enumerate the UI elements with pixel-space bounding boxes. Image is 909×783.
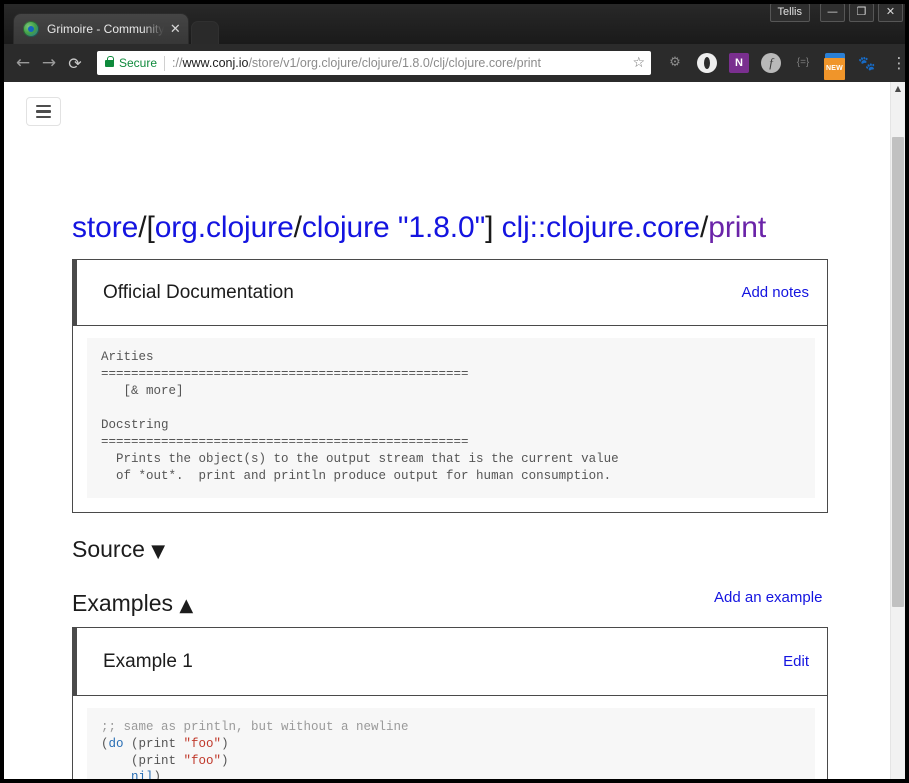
browser-window: Grimoire - Community ✕ Tellis — ❐ ✕ ← → … xyxy=(0,0,909,783)
bookmark-star-icon[interactable]: ☆ xyxy=(632,55,645,71)
edit-example-link[interactable]: Edit xyxy=(783,653,809,670)
chevron-up-icon: ▲ xyxy=(179,595,194,616)
url-scheme-sep: :// xyxy=(172,56,183,70)
code-token: (print xyxy=(101,753,184,768)
code-token: (print xyxy=(123,736,184,751)
code-token: "foo" xyxy=(183,753,222,768)
hamburger-bar xyxy=(36,104,51,108)
back-button[interactable]: ← xyxy=(10,53,36,73)
site-menu-button[interactable] xyxy=(26,97,61,126)
url-divider xyxy=(164,55,166,71)
window-controls: Tellis — ❐ ✕ xyxy=(769,3,903,22)
breadcrumb-version[interactable]: "1.8.0" xyxy=(390,211,485,244)
minimize-button[interactable]: — xyxy=(820,3,845,22)
reload-button[interactable]: ⟳ xyxy=(62,54,88,73)
code-token: ( xyxy=(101,736,109,751)
breadcrumb-artifact[interactable]: clojure xyxy=(302,211,390,244)
doc-panel-title: Official Documentation xyxy=(103,281,294,303)
chevron-down-icon: ▼ xyxy=(151,541,166,562)
example-panel-header: Example 1 Edit xyxy=(73,628,827,696)
forward-button[interactable]: → xyxy=(36,53,62,73)
opera-icon[interactable] xyxy=(697,53,717,73)
breadcrumb-store[interactable]: store xyxy=(72,211,138,244)
code-token: do xyxy=(108,736,124,751)
breadcrumb-group[interactable]: org.clojure xyxy=(155,211,294,244)
doc-code-wrapper: Arities ================================… xyxy=(73,326,827,512)
example-code-wrapper: ;; same as println, but without a newlin… xyxy=(73,696,827,779)
page-scrollbar[interactable]: ▲ xyxy=(890,82,905,779)
maximize-button[interactable]: ❐ xyxy=(849,3,874,22)
code-token: ;; same as println, but without a newlin… xyxy=(101,720,409,734)
browser-menu-icon[interactable]: ⋮ xyxy=(889,53,909,73)
add-an-example-link[interactable]: Add an example xyxy=(714,589,822,606)
code-token: ) xyxy=(221,736,229,751)
add-notes-link[interactable]: Add notes xyxy=(741,284,809,301)
doc-panel-header: Official Documentation Add notes xyxy=(73,260,827,326)
new-badge: NEW xyxy=(824,58,845,80)
f-icon[interactable]: f xyxy=(761,53,781,73)
tab-close-icon[interactable]: ✕ xyxy=(168,22,182,37)
extension-icons: ⚙ N f {=} ↗ NEW 🐾 ⋮ xyxy=(665,53,909,80)
gnome-icon[interactable]: 🐾 xyxy=(857,53,877,73)
scroll-up-arrow-icon[interactable]: ▲ xyxy=(891,84,905,93)
breadcrumb-namespace[interactable]: clj::clojure.core xyxy=(502,211,700,244)
hamburger-bar xyxy=(36,110,51,113)
tab-title: Grimoire - Community xyxy=(47,22,165,36)
examples-label: Examples xyxy=(72,590,173,616)
official-documentation-panel: Official Documentation Add notes Arities… xyxy=(72,259,828,513)
examples-section-header[interactable]: Examples ▲ xyxy=(72,590,193,617)
doc-code-block: Arities ================================… xyxy=(87,338,815,498)
example-panel-title: Example 1 xyxy=(103,650,193,672)
source-section-header[interactable]: Source ▼ xyxy=(72,536,165,563)
lock-icon xyxy=(105,55,114,67)
hamburger-bar xyxy=(36,115,51,119)
url-host: www.conj.io xyxy=(182,56,249,70)
grimoire-favicon-icon xyxy=(23,21,39,37)
blue-arrow-icon[interactable]: ↗ NEW xyxy=(824,53,845,80)
tab-strip: Grimoire - Community ✕ xyxy=(14,14,219,44)
breadcrumb-symbol: print xyxy=(708,211,767,244)
browser-toolbar: ← → ⟳ Secure ://www.conj.io/store/v1/org… xyxy=(0,44,909,82)
window-titlebar: Grimoire - Community ✕ Tellis — ❐ ✕ xyxy=(0,0,909,44)
browser-tab[interactable]: Grimoire - Community ✕ xyxy=(14,14,189,44)
new-tab-button[interactable] xyxy=(192,22,219,44)
close-button[interactable]: ✕ xyxy=(878,3,903,22)
security-label: Secure xyxy=(119,56,158,70)
user-profile-button[interactable]: Tellis xyxy=(769,3,810,22)
url-text: ://www.conj.io/store/v1/org.clojure/cloj… xyxy=(172,56,628,70)
example-1-panel: Example 1 Edit ;; same as println, but w… xyxy=(72,627,828,779)
address-bar[interactable]: Secure ://www.conj.io/store/v1/org.cloju… xyxy=(97,51,651,75)
breadcrumb-sep-2: / xyxy=(293,211,302,244)
code-token: "foo" xyxy=(183,736,222,751)
equals-icon[interactable]: {=} xyxy=(793,53,813,73)
breadcrumb-sep-3: ] xyxy=(485,211,502,244)
page-content: store/[org.clojure/clojure "1.8.0"] clj:… xyxy=(4,82,890,779)
code-token: ) xyxy=(221,753,229,768)
source-label: Source xyxy=(72,536,145,562)
code-token: ) xyxy=(153,770,162,779)
url-path: /store/v1/org.clojure/clojure/1.8.0/clj/… xyxy=(248,56,541,70)
onenote-icon[interactable]: N xyxy=(729,53,749,73)
breadcrumb-sep-1: /[ xyxy=(138,211,155,244)
code-token: nil xyxy=(131,770,154,779)
example-code-block: ;; same as println, but without a newlin… xyxy=(87,708,815,779)
page-viewport: store/[org.clojure/clojure "1.8.0"] clj:… xyxy=(4,82,905,779)
scrollbar-thumb[interactable] xyxy=(892,137,904,607)
breadcrumb: store/[org.clojure/clojure "1.8.0"] clj:… xyxy=(72,210,766,246)
gear-icon[interactable]: ⚙ xyxy=(665,53,685,73)
